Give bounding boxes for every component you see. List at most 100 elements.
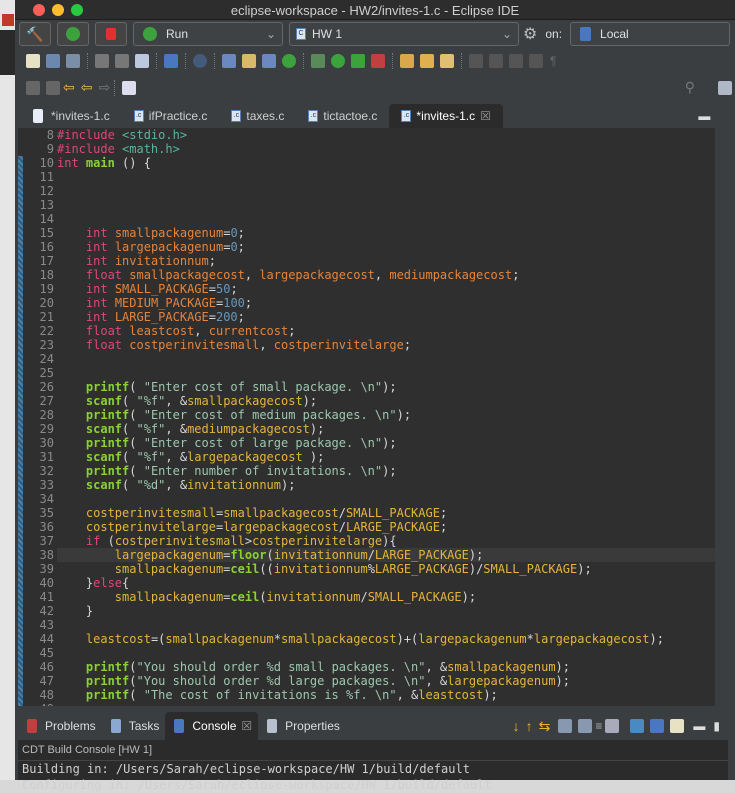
code-line[interactable]: } [57, 604, 715, 618]
code-area[interactable]: #include <stdio.h> #include <math.h> int m… [57, 128, 715, 706]
back-icon[interactable]: ⇦ [81, 79, 93, 96]
code-line[interactable] [57, 646, 715, 660]
save-all-icon[interactable] [66, 54, 80, 68]
hammer-icon[interactable] [115, 54, 129, 68]
tab-problems[interactable]: Problems [18, 712, 102, 740]
code-line[interactable] [57, 198, 715, 212]
close-tab-icon[interactable]: ☒ [480, 109, 491, 123]
pilcrow-icon[interactable]: ¶ [550, 54, 556, 68]
build-all-icon[interactable] [95, 54, 109, 68]
code-editor[interactable]: 8 9 10 11 12 13 14 15 16 17 18 19 20 21 22 23 24 25 26 27 28… [18, 128, 715, 706]
save-icon[interactable] [46, 54, 60, 68]
open-folder-icon[interactable] [420, 54, 434, 68]
editor-tab[interactable]: *invites-1.c [18, 104, 122, 128]
code-line[interactable]: int invitationnum; [57, 254, 715, 268]
next-annotation-icon[interactable] [26, 80, 40, 95]
pin-editor-icon[interactable] [122, 80, 137, 95]
code-line[interactable] [57, 492, 715, 506]
code-line[interactable]: scanf( "%f", &largepackagecost ); [57, 450, 715, 464]
clear-console-icon[interactable] [605, 719, 620, 733]
tab-properties[interactable]: Properties [258, 712, 346, 740]
code-line[interactable]: costperinvitesmall=smallpackagecost/SMAL… [57, 506, 715, 520]
last-edit-icon[interactable]: ⇦ [63, 79, 75, 96]
run-icon[interactable] [331, 54, 345, 68]
new-folder-icon[interactable] [242, 54, 256, 68]
code-line[interactable]: leastcost=(smallpackagenum*smallpackagec… [57, 632, 715, 646]
launch-button[interactable] [57, 22, 89, 46]
maximize-panel-icon[interactable]: ▮ [713, 719, 720, 733]
stop-button[interactable] [95, 22, 127, 46]
code-line[interactable]: smallpackagenum=ceil(invitationnum/SMALL… [57, 590, 715, 604]
launch-config-select[interactable]: C HW 1 ⌄ [289, 22, 519, 46]
code-line[interactable]: scanf( "%f", &mediumpackagecost); [57, 422, 715, 436]
search-icon[interactable]: ⚲ [685, 79, 695, 96]
code-line[interactable]: int SMALL_PACKAGE=50; [57, 282, 715, 296]
code-line[interactable]: printf( "Enter cost of large package. \n… [57, 436, 715, 450]
build-button[interactable]: 🔨 [19, 22, 51, 46]
editor-tab[interactable]: .c tictactoe.c [296, 104, 389, 128]
link-icon[interactable] [489, 54, 503, 68]
code-line[interactable]: int LARGE_PACKAGE=200; [57, 310, 715, 324]
editor-tab[interactable]: .c ifPractice.c [122, 104, 220, 128]
display-console-icon[interactable] [650, 719, 665, 733]
code-line[interactable] [57, 170, 715, 184]
code-line[interactable]: float costperinvitesmall, costperinvitel… [57, 338, 715, 352]
lock-console-icon[interactable] [578, 719, 593, 733]
code-line[interactable]: #include <stdio.h> [57, 128, 715, 142]
close-tab-icon[interactable]: ☒ [241, 719, 252, 733]
overview-ruler[interactable] [715, 100, 735, 710]
code-line[interactable]: smallpackagenum=ceil((invitationnum%LARG… [57, 562, 715, 576]
open-type-icon[interactable] [400, 54, 414, 68]
copy-icon[interactable] [509, 54, 523, 68]
code-line[interactable]: printf( "The cost of invitations is %f. … [57, 688, 715, 702]
terminal-icon[interactable] [164, 54, 178, 68]
scroll-down-icon[interactable]: ↓ [513, 718, 520, 734]
new-c-file-icon[interactable] [262, 54, 276, 68]
new-c-project-icon[interactable] [222, 54, 236, 68]
new-console-icon[interactable] [670, 719, 685, 733]
current-code-line[interactable]: largepackagenum=floor(invitationnum/LARG… [57, 548, 715, 562]
skip-breakpoints-icon[interactable] [193, 54, 207, 68]
forward-icon[interactable]: ⇨ [98, 79, 110, 96]
code-line[interactable]: printf("You should order %d small packag… [57, 660, 715, 674]
code-line[interactable] [57, 184, 715, 198]
minimize-editor-icon[interactable]: ▬ [698, 109, 710, 123]
code-line[interactable]: }else{ [57, 576, 715, 590]
minimize-panel-icon[interactable]: ▬ [693, 719, 705, 733]
code-line[interactable]: costperinvitelarge=largepackagecost/LARG… [57, 520, 715, 534]
pencil-icon[interactable] [440, 54, 454, 68]
binary-icon[interactable] [135, 54, 149, 68]
gear-icon[interactable]: ⚙ [523, 24, 537, 44]
open-perspective-icon[interactable] [718, 80, 732, 95]
code-line[interactable]: printf("You should order %d large packag… [57, 674, 715, 688]
code-line[interactable]: printf( "Enter number of invitations. \n… [57, 464, 715, 478]
external-tools-icon[interactable] [371, 54, 385, 68]
code-line[interactable]: printf( "Enter cost of small package. \n… [57, 380, 715, 394]
new-class-icon[interactable] [282, 54, 296, 68]
editor-tab-active[interactable]: .c *invites-1.c ☒ [389, 104, 503, 128]
tab-console[interactable]: Console ☒ [165, 712, 259, 740]
code-line[interactable]: int largepackagenum=0; [57, 240, 715, 254]
launch-target-select[interactable]: Local [570, 22, 731, 46]
code-line[interactable] [57, 618, 715, 632]
new-icon[interactable] [26, 54, 40, 68]
code-line[interactable] [57, 702, 715, 706]
tab-tasks[interactable]: Tasks [102, 712, 166, 740]
open-console-icon[interactable] [630, 719, 645, 733]
code-line[interactable]: printf( "Enter cost of medium packages. … [57, 408, 715, 422]
code-line[interactable]: scanf( "%d", &invitationnum); [57, 478, 715, 492]
word-wrap-icon[interactable]: ≡ [595, 719, 602, 733]
editor-tab[interactable]: .c taxes.c [219, 104, 296, 128]
annotation-icon[interactable] [469, 54, 483, 68]
debug-icon[interactable] [311, 54, 325, 68]
code-line[interactable] [57, 366, 715, 380]
code-line[interactable]: float smallpackagecost, largepackagecost… [57, 268, 715, 282]
code-line[interactable]: scanf( "%f", &smallpackagecost); [57, 394, 715, 408]
pin-console-icon[interactable] [558, 719, 573, 733]
code-line[interactable] [57, 212, 715, 226]
previous-annotation-icon[interactable] [46, 80, 60, 95]
code-line[interactable]: int MEDIUM_PACKAGE=100; [57, 296, 715, 310]
code-line[interactable]: int main () { [57, 156, 715, 170]
launch-mode-select[interactable]: Run ⌄ [133, 22, 283, 46]
code-line[interactable]: int smallpackagenum=0; [57, 226, 715, 240]
